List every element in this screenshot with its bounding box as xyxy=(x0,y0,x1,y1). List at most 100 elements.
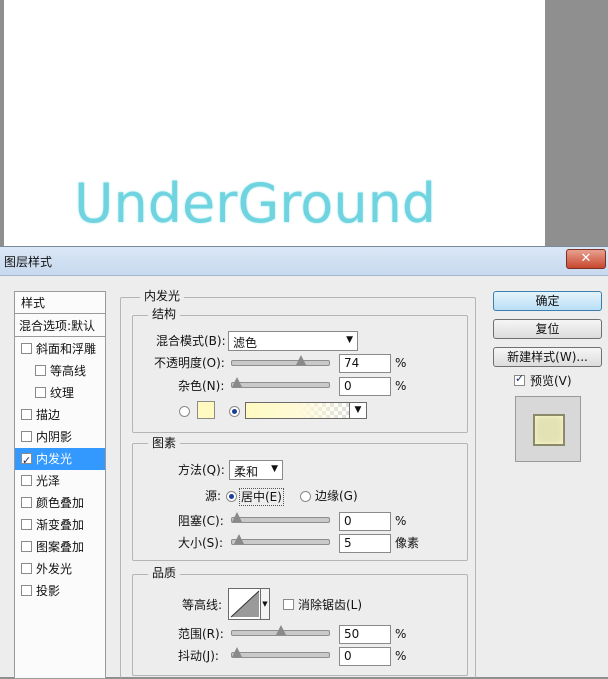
preview-checkbox[interactable] xyxy=(514,372,525,386)
style-item-checkbox[interactable] xyxy=(21,497,32,508)
size-input[interactable]: 5 xyxy=(339,534,391,553)
style-item-label: 内阴影 xyxy=(36,430,73,444)
style-item[interactable]: 投影 xyxy=(15,580,105,602)
blend-options-item[interactable]: 混合选项:默认 xyxy=(15,315,105,337)
style-item-checkbox[interactable] xyxy=(35,387,46,398)
choke-input[interactable]: 0 xyxy=(339,512,391,531)
layer-style-dialog: 图层样式 ✕ 样式 混合选项:默认 斜面和浮雕等高线纹理描边内阴影内发光光泽颜色… xyxy=(0,246,608,679)
style-item-label: 描边 xyxy=(36,408,61,422)
preview-thumbnail xyxy=(515,396,581,462)
antialias-checkbox[interactable] xyxy=(283,599,294,610)
size-unit: 像素 xyxy=(395,536,420,550)
gradient-dropdown[interactable]: ▼ xyxy=(349,402,367,419)
style-item-label: 外发光 xyxy=(36,562,73,576)
contour-curve-icon xyxy=(230,590,260,618)
opacity-input[interactable]: 74 xyxy=(339,354,391,373)
preview-swatch xyxy=(533,414,565,446)
style-item[interactable]: 内发光 xyxy=(15,448,105,472)
preview-label[interactable]: 预览(V) xyxy=(530,373,572,389)
solid-color-radio[interactable] xyxy=(179,406,190,417)
style-item-checkbox[interactable] xyxy=(21,563,32,574)
style-item[interactable]: 等高线 xyxy=(15,360,105,382)
choke-slider[interactable] xyxy=(231,512,330,523)
reset-button[interactable]: 复位 xyxy=(493,319,602,339)
style-item[interactable]: 图案叠加 xyxy=(15,536,105,558)
chevron-down-icon: ▼ xyxy=(262,600,268,608)
inner-glow-title: 内发光 xyxy=(140,289,185,303)
style-item[interactable]: 颜色叠加 xyxy=(15,492,105,514)
range-slider[interactable] xyxy=(231,625,330,636)
source-center-label[interactable]: 居中(E) xyxy=(239,488,284,506)
canvas-text: UnderGround xyxy=(74,172,437,235)
style-item-label: 投影 xyxy=(36,584,61,598)
ok-button[interactable]: 确定 xyxy=(493,291,602,311)
source-label: 源: xyxy=(205,489,222,503)
source-edge-label[interactable]: 边缘(G) xyxy=(315,488,358,504)
style-item-checkbox[interactable] xyxy=(35,365,46,376)
styles-list: 样式 混合选项:默认 斜面和浮雕等高线纹理描边内阴影内发光光泽颜色叠加渐变叠加图… xyxy=(14,291,106,679)
size-label: 大小(S): xyxy=(178,536,224,550)
style-item-label: 纹理 xyxy=(50,386,75,400)
opacity-percent: % xyxy=(395,356,407,370)
opacity-slider[interactable] xyxy=(231,355,330,366)
size-slider[interactable] xyxy=(231,534,330,545)
style-item[interactable]: 渐变叠加 xyxy=(15,514,105,536)
style-item-checkbox[interactable] xyxy=(21,409,32,420)
style-item[interactable]: 光泽 xyxy=(15,470,105,492)
style-item[interactable]: 描边 xyxy=(15,404,105,426)
style-item-label: 光泽 xyxy=(36,474,61,488)
style-item-checkbox[interactable] xyxy=(21,450,32,472)
styles-header[interactable]: 样式 xyxy=(15,292,105,314)
quality-title: 品质 xyxy=(148,566,181,580)
source-center-radio[interactable] xyxy=(226,491,237,502)
gradient-swatch[interactable] xyxy=(245,402,351,419)
contour-preview[interactable] xyxy=(228,588,262,620)
style-item[interactable]: 纹理 xyxy=(15,382,105,404)
choke-slider-thumb[interactable] xyxy=(232,512,242,522)
antialias-label[interactable]: 消除锯齿(L) xyxy=(298,597,362,613)
range-percent: % xyxy=(395,627,407,641)
opacity-slider-thumb[interactable] xyxy=(296,355,307,365)
style-item-checkbox[interactable] xyxy=(21,541,32,552)
contour-dropdown[interactable]: ▼ xyxy=(260,588,270,620)
style-item-checkbox[interactable] xyxy=(21,343,32,354)
noise-label: 杂色(N): xyxy=(178,379,225,393)
jitter-percent: % xyxy=(395,649,407,663)
jitter-slider[interactable] xyxy=(231,647,330,658)
dialog-title: 图层样式 xyxy=(4,255,53,269)
style-item-checkbox[interactable] xyxy=(21,431,32,442)
style-item-label: 斜面和浮雕 xyxy=(36,342,97,356)
contour-label: 等高线: xyxy=(182,598,223,612)
style-item-label: 渐变叠加 xyxy=(36,518,85,532)
canvas-area: UnderGround xyxy=(0,0,608,248)
gradient-radio[interactable] xyxy=(229,406,240,417)
close-button[interactable]: ✕ xyxy=(566,249,606,269)
noise-percent: % xyxy=(395,379,407,393)
style-item-checkbox[interactable] xyxy=(21,585,32,596)
noise-slider[interactable] xyxy=(231,377,330,388)
blend-mode-select[interactable]: 滤色 ▼ xyxy=(228,331,358,351)
range-slider-thumb[interactable] xyxy=(275,625,286,635)
range-label: 范围(R): xyxy=(178,627,224,641)
style-item[interactable]: 内阴影 xyxy=(15,426,105,448)
solid-color-swatch[interactable] xyxy=(197,401,215,419)
source-edge-radio[interactable] xyxy=(300,491,311,502)
new-style-button[interactable]: 新建样式(W)... xyxy=(493,347,602,367)
style-item-label: 颜色叠加 xyxy=(36,496,85,510)
blend-mode-value: 滤色 xyxy=(233,336,258,350)
chevron-down-icon: ▼ xyxy=(271,464,278,474)
style-item[interactable]: 斜面和浮雕 xyxy=(15,338,105,360)
style-item-checkbox[interactable] xyxy=(21,475,32,486)
noise-slider-thumb[interactable] xyxy=(232,377,242,387)
size-slider-thumb[interactable] xyxy=(234,534,244,544)
style-item-label: 等高线 xyxy=(50,364,87,378)
jitter-input[interactable]: 0 xyxy=(339,647,391,666)
range-input[interactable]: 50 xyxy=(339,625,391,644)
technique-select[interactable]: 柔和 ▼ xyxy=(229,460,283,480)
opacity-label: 不透明度(O): xyxy=(154,356,225,370)
chevron-down-icon: ▼ xyxy=(346,335,353,345)
style-item[interactable]: 外发光 xyxy=(15,558,105,580)
jitter-slider-thumb[interactable] xyxy=(232,647,242,657)
noise-input[interactable]: 0 xyxy=(339,377,391,396)
style-item-checkbox[interactable] xyxy=(21,519,32,530)
